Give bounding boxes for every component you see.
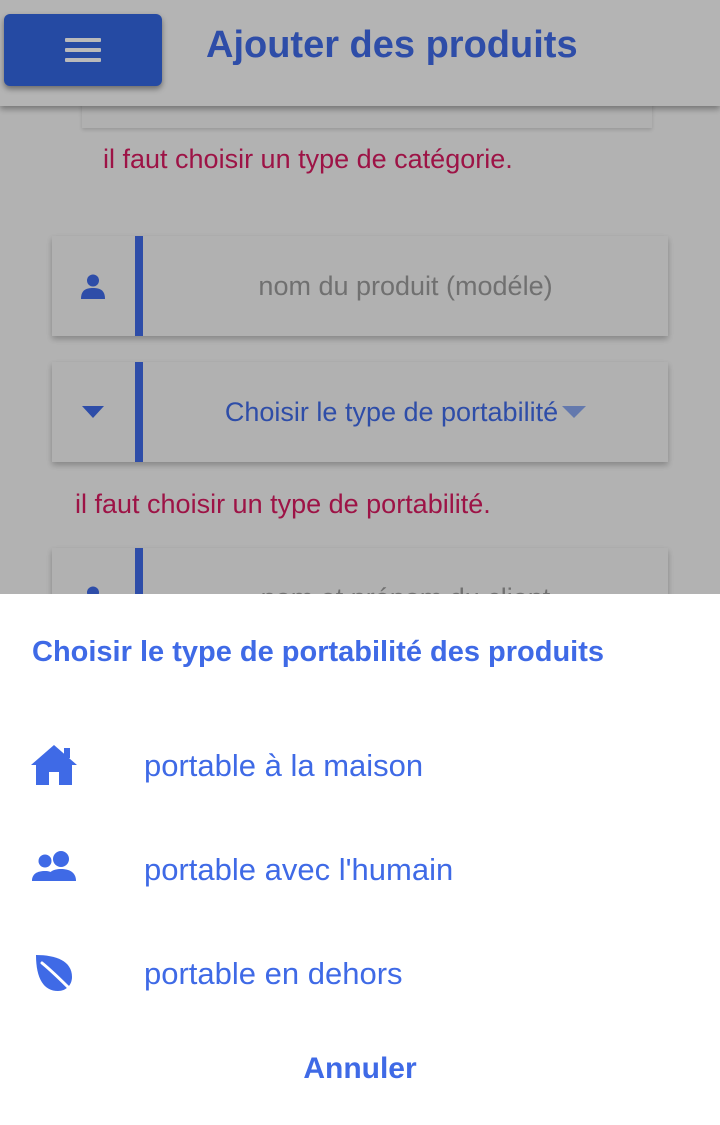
option-home[interactable]: portable à la maison [0, 721, 720, 811]
portability-bottom-sheet: Choisir le type de portabilité des produ… [0, 594, 720, 1125]
users-icon [30, 847, 82, 895]
option-label: portable en dehors [144, 956, 403, 991]
modal-scrim[interactable] [0, 0, 720, 594]
option-label: portable avec l'humain [144, 852, 454, 887]
cancel-button[interactable]: Annuler [0, 1052, 720, 1086]
home-icon [30, 743, 82, 791]
option-label: portable à la maison [144, 748, 424, 783]
option-human[interactable]: portable avec l'humain [0, 825, 720, 915]
option-outdoors[interactable]: portable en dehors [0, 929, 720, 1019]
leaf-icon [30, 951, 82, 999]
sheet-title: Choisir le type de portabilité des produ… [32, 636, 605, 668]
